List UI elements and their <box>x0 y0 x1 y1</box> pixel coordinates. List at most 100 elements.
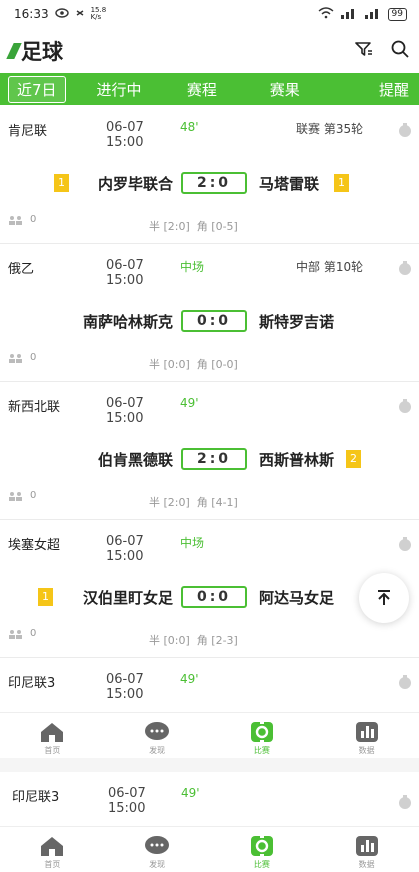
match-round: 中部 第10轮 <box>296 260 364 274</box>
app-header: 足球 <box>0 30 419 72</box>
match-datetime: 06-07 15:00 <box>106 396 144 426</box>
nav-home[interactable]: 首页 <box>0 827 105 872</box>
signal-icon-2 <box>364 7 382 22</box>
battery-indicator: 99 <box>387 7 407 21</box>
score-box: 0:0 <box>181 586 247 608</box>
match-datetime: 06-07 15:00 <box>106 120 144 150</box>
match-row[interactable]: 埃塞女超 06-07 15:00 中场 1 汉伯里盯女足 0:0 阿达马女足 0 … <box>0 520 419 658</box>
page-title: 足球 <box>6 36 63 66</box>
home-team: 南萨哈林斯克 <box>82 313 173 331</box>
home-team: 内罗毕联合 <box>97 175 173 193</box>
match-stats: 半 [0:0] 角 [0-0] <box>149 358 238 371</box>
reminder-bell-icon[interactable] <box>397 536 413 556</box>
status-time: 16:33 <box>14 7 49 21</box>
bottom-nav: 首页 发现 比赛 数据 <box>0 826 419 872</box>
match-datetime: 06-07 15:00 <box>106 672 144 702</box>
section-divider <box>0 758 419 772</box>
reminder-bell-icon[interactable] <box>397 260 413 280</box>
match-icon <box>250 835 273 857</box>
reminder-bell-icon[interactable] <box>397 122 413 142</box>
reminder-bell-icon[interactable] <box>397 674 413 694</box>
away-yellow-card: 1 <box>334 174 349 192</box>
match-icon <box>250 721 273 743</box>
people-icon <box>9 629 22 639</box>
match-teams: 1 内罗毕联合 2:0 马塔雷联 1 <box>0 172 419 196</box>
match-status: 中场 <box>180 536 205 550</box>
match-datetime: 06-07 15:00 <box>106 258 144 288</box>
nav-home[interactable]: 首页 <box>0 713 105 758</box>
score-box: 2:0 <box>181 448 247 470</box>
match-status: 49' <box>180 396 199 410</box>
nav-matches[interactable]: 比赛 <box>210 713 315 758</box>
people-icon <box>9 491 22 501</box>
away-yellow-card: 2 <box>346 450 361 468</box>
match-row[interactable]: 新西北联 06-07 15:00 49' 伯肯黑德联 2:0 西斯普林斯 2 0 … <box>0 382 419 520</box>
arrow-up-icon <box>378 590 390 605</box>
away-team: 西斯普林斯 <box>259 451 335 469</box>
tab-results[interactable]: 赛果 <box>243 79 326 100</box>
search-icon[interactable] <box>391 40 409 62</box>
match-status: 中场 <box>180 260 205 274</box>
league-name: 肯尼联 <box>8 124 48 139</box>
match-teams: 南萨哈林斯克 0:0 斯特罗吉诺 <box>0 310 419 334</box>
fans-count: 0 <box>8 214 36 225</box>
chart-icon <box>355 722 378 742</box>
home-team: 汉伯里盯女足 <box>82 589 173 607</box>
match-teams: 伯肯黑德联 2:0 西斯普林斯 2 <box>0 448 419 472</box>
tab-live[interactable]: 进行中 <box>78 79 161 100</box>
reminder-bell-icon[interactable] <box>397 398 413 418</box>
match-datetime: 06-07 15:00 <box>108 786 146 816</box>
nav-discover[interactable]: 发现 <box>105 713 210 758</box>
fans-count: 0 <box>8 628 36 639</box>
league-name: 埃塞女超 <box>8 538 61 553</box>
mute-icon <box>75 7 85 22</box>
tab-last-7-days[interactable]: 近7日 <box>8 75 66 103</box>
away-team: 斯特罗吉诺 <box>259 313 335 331</box>
match-status: 49' <box>181 786 200 800</box>
away-team: 阿达马女足 <box>259 589 335 607</box>
home-yellow-card: 1 <box>54 174 69 192</box>
nav-matches[interactable]: 比赛 <box>210 827 315 872</box>
match-teams: 1 汉伯里盯女足 0:0 阿达马女足 <box>0 586 419 610</box>
league-name: 印尼联3 <box>12 790 60 805</box>
fans-count: 0 <box>8 490 36 501</box>
home-icon <box>41 837 64 856</box>
league-name: 俄乙 <box>8 262 35 277</box>
nav-data[interactable]: 数据 <box>314 827 419 872</box>
match-row[interactable]: 印尼联3 06-07 15:00 49' <box>0 658 419 714</box>
match-list: 肯尼联 06-07 15:00 48' 联赛 第35轮 1 内罗毕联合 2:0 马… <box>0 106 419 714</box>
match-status: 48' <box>180 120 199 134</box>
people-icon <box>9 215 22 225</box>
match-row[interactable]: 肯尼联 06-07 15:00 48' 联赛 第35轮 1 内罗毕联合 2:0 马… <box>0 106 419 244</box>
tab-schedule[interactable]: 赛程 <box>160 79 243 100</box>
tab-bar: 近7日 进行中 赛程 赛果 提醒 <box>0 73 419 105</box>
match-datetime: 06-07 15:00 <box>106 534 144 564</box>
tab-reminders[interactable]: 提醒 <box>326 79 419 100</box>
home-yellow-card: 1 <box>38 588 53 606</box>
chat-icon <box>145 722 170 740</box>
match-stats: 半 [0:0] 角 [2-3] <box>149 634 238 647</box>
logo-mark <box>6 43 22 59</box>
home-team: 伯肯黑德联 <box>97 451 173 469</box>
match-row[interactable]: 俄乙 06-07 15:00 中场 中部 第10轮 南萨哈林斯克 0:0 斯特罗吉… <box>0 244 419 382</box>
match-round: 联赛 第35轮 <box>296 122 364 136</box>
network-speed: 15.8 K/s <box>90 6 107 21</box>
chart-icon <box>355 836 378 856</box>
league-name: 新西北联 <box>8 400 61 415</box>
match-row[interactable]: 印尼联3 06-07 15:00 49' <box>0 772 419 826</box>
filter-icon[interactable] <box>355 41 373 61</box>
score-box: 0:0 <box>181 310 247 332</box>
back-to-top-button[interactable] <box>359 573 409 623</box>
score-box: 2:0 <box>181 172 247 194</box>
people-icon <box>9 353 22 363</box>
nav-discover[interactable]: 发现 <box>105 827 210 872</box>
fans-count: 0 <box>8 352 36 363</box>
match-stats: 半 [2:0] 角 [4-1] <box>149 496 238 509</box>
eye-icon <box>54 7 69 21</box>
match-status: 49' <box>180 672 199 686</box>
bottom-nav: 首页 发现 比赛 数据 <box>0 712 419 758</box>
reminder-bell-icon[interactable] <box>397 794 413 814</box>
wifi-icon <box>318 6 334 22</box>
nav-data[interactable]: 数据 <box>314 713 419 758</box>
league-name: 印尼联3 <box>8 676 56 691</box>
